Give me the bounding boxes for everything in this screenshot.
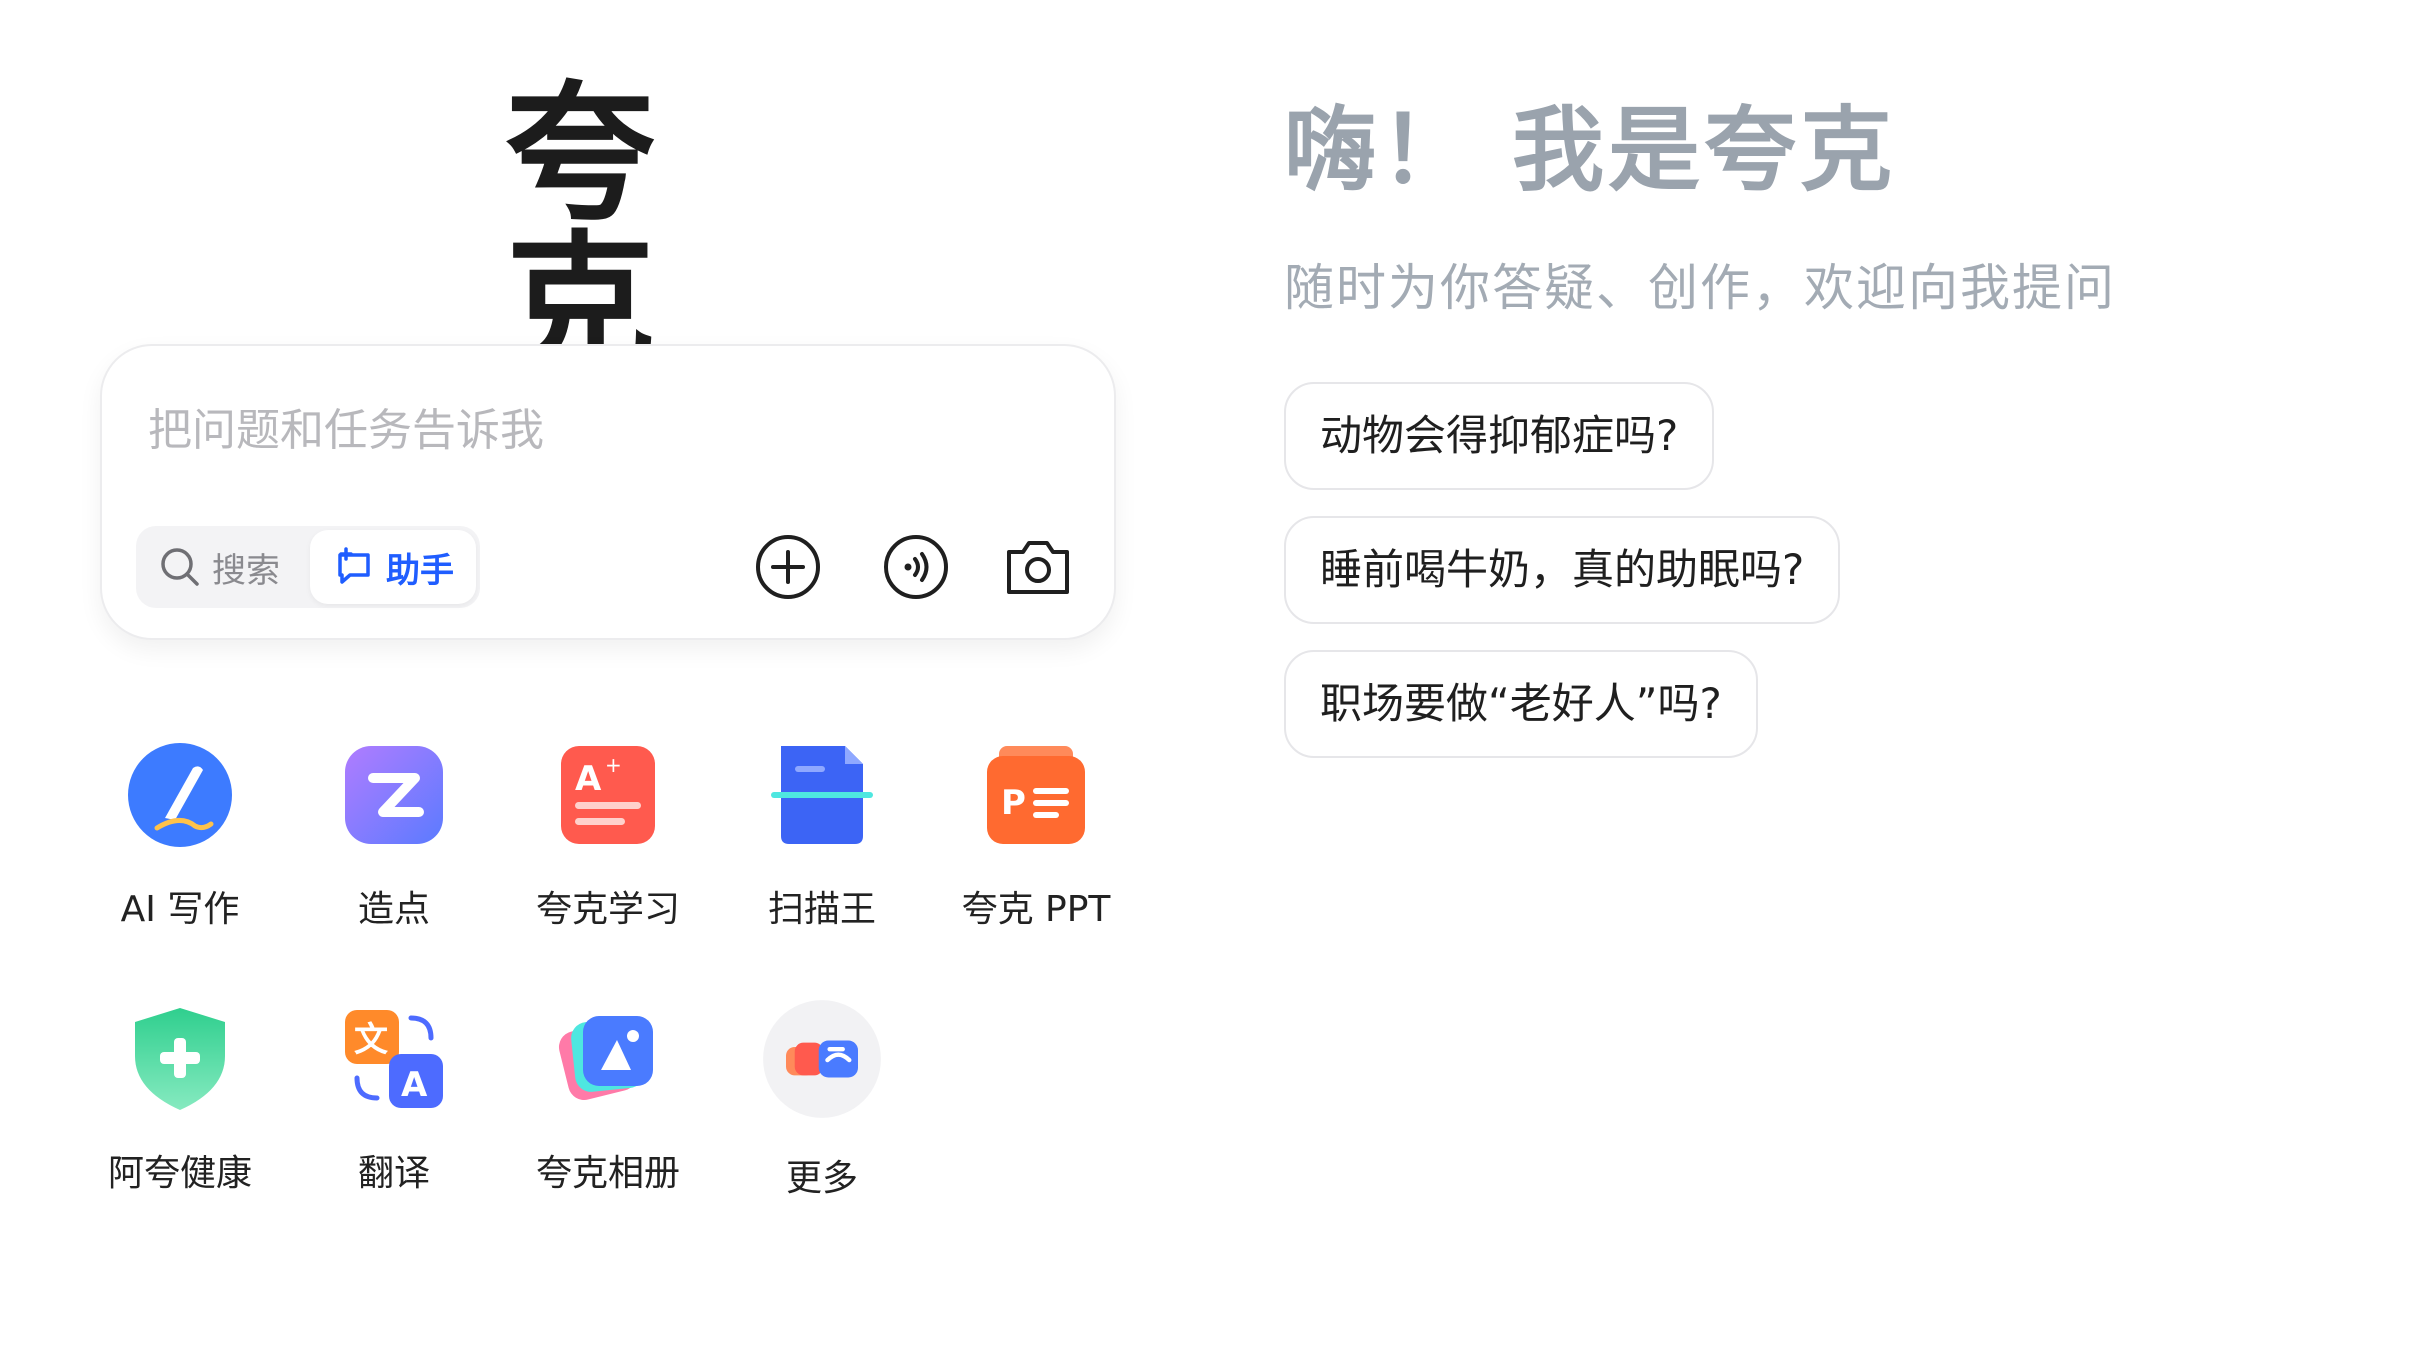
- search-card: 把问题和任务告诉我 搜索 助手: [100, 344, 1116, 640]
- suggestion-chip[interactable]: 睡前喝牛奶，真的助眠吗?: [1284, 516, 1841, 624]
- zaodian-icon: [345, 746, 443, 844]
- app-label: AI 写作: [120, 889, 240, 930]
- camera-button[interactable]: [1002, 531, 1074, 603]
- app-label: 夸克学习: [535, 889, 680, 930]
- app-health[interactable]: 阿夸健康: [90, 1004, 270, 1196]
- app-label: 更多: [785, 1158, 858, 1199]
- health-shield-icon: [135, 1008, 225, 1110]
- more-apps-icon: [763, 1000, 881, 1118]
- camera-icon: [1007, 541, 1069, 594]
- svg-text:A: A: [575, 759, 602, 799]
- svg-text:A: A: [401, 1065, 428, 1105]
- svg-text:P: P: [1001, 783, 1026, 823]
- app-ai-writing[interactable]: AI 写作: [90, 740, 270, 932]
- app-more[interactable]: 更多: [732, 1000, 912, 1201]
- search-input[interactable]: 把问题和任务告诉我: [148, 394, 544, 458]
- app-label: 扫描王: [767, 889, 876, 930]
- study-icon: A +: [561, 746, 655, 844]
- app-quark-album[interactable]: 夸克相册: [518, 1004, 698, 1196]
- mode-search-label: 搜索: [212, 550, 280, 591]
- add-button[interactable]: [752, 531, 824, 603]
- quark-logo: 夸 克: [504, 68, 715, 392]
- app-quark-study[interactable]: A + 夸克学习: [518, 740, 698, 932]
- mode-toggle: 搜索 助手: [136, 526, 480, 608]
- album-icon: [558, 1016, 653, 1101]
- app-label: 夸克相册: [535, 1153, 680, 1194]
- mode-assistant-label: 助手: [386, 550, 454, 591]
- scanner-icon: [771, 746, 873, 844]
- app-label: 阿夸健康: [107, 1153, 252, 1194]
- mode-assistant-button[interactable]: 助手: [310, 530, 476, 604]
- app-zaodian[interactable]: 造点: [304, 740, 484, 932]
- translate-icon: 文 A: [345, 1010, 443, 1108]
- svg-text:文: 文: [354, 1020, 388, 1060]
- voice-button[interactable]: [880, 531, 952, 603]
- search-icon: [161, 548, 199, 586]
- ppt-icon: P: [987, 746, 1085, 844]
- voice-icon: [884, 535, 948, 599]
- svg-text:+: +: [605, 753, 622, 777]
- add-circle-icon: [756, 535, 820, 599]
- suggestion-list: 动物会得抑郁症吗? 睡前喝牛奶，真的助眠吗? 职场要做“老好人”吗?: [1284, 382, 1841, 784]
- mode-search-button[interactable]: 搜索: [136, 526, 306, 608]
- app-label: 夸克 PPT: [961, 889, 1111, 930]
- greeting-title: 嗨！ 我是夸克: [1284, 97, 1897, 204]
- app-quark-ppt[interactable]: P 夸克 PPT: [946, 740, 1126, 932]
- app-label: 造点: [357, 889, 430, 930]
- app-scanner[interactable]: 扫描王: [732, 740, 912, 932]
- assistant-chat-icon: [338, 547, 370, 584]
- suggestion-chip[interactable]: 职场要做“老好人”吗?: [1284, 650, 1758, 758]
- suggestion-chip[interactable]: 动物会得抑郁症吗?: [1284, 382, 1715, 490]
- ai-writing-icon: [128, 743, 232, 847]
- app-label: 翻译: [357, 1153, 430, 1194]
- greeting-subtitle: 随时为你答疑、创作，欢迎向我提问: [1284, 259, 2116, 317]
- app-translate[interactable]: 文 A 翻译: [304, 1004, 484, 1196]
